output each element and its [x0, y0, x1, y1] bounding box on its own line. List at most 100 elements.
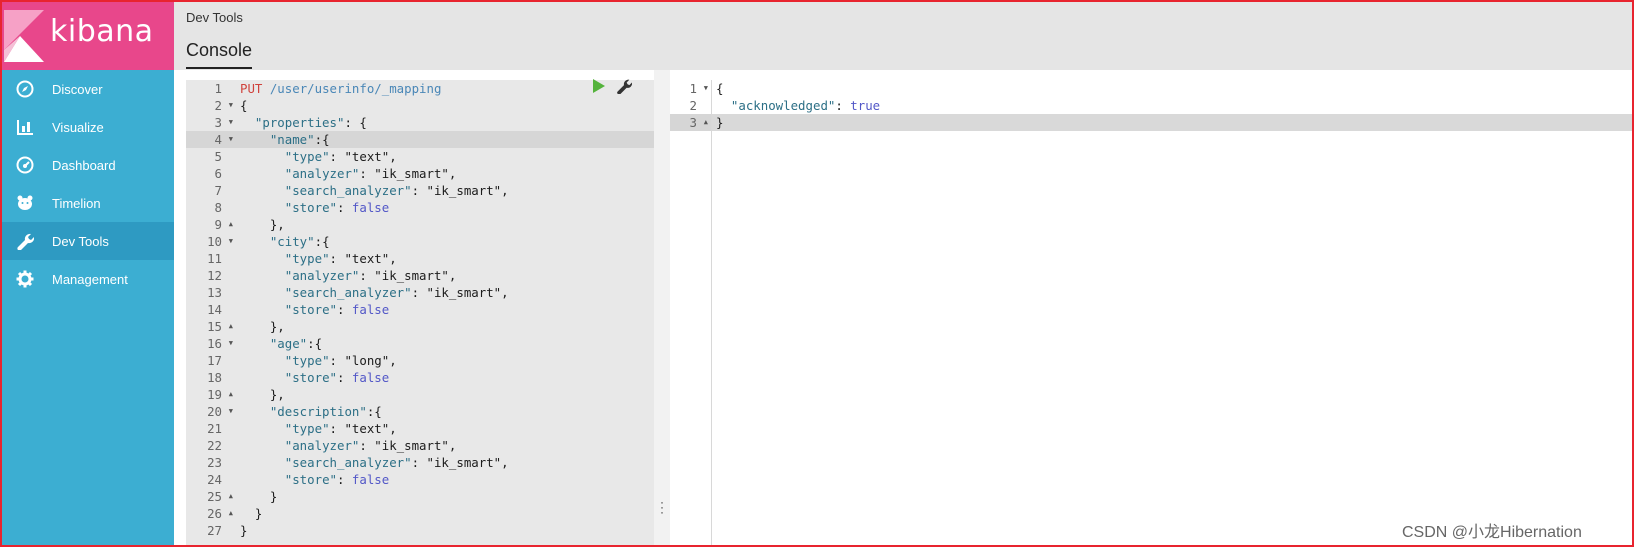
code-line: "properties": { [254, 115, 367, 130]
request-code[interactable]: PUT /user/userinfo/_mapping { "properties… [236, 80, 654, 545]
code-line: "type": "long", [284, 353, 397, 368]
code-line: "search_analyzer": "ik_smart", [284, 285, 509, 300]
sidebar-item-discover[interactable]: Discover [2, 70, 174, 108]
line-number: 22 [207, 438, 222, 453]
line-number: 15 ▲ [207, 318, 233, 335]
brand-name: kibana [50, 14, 154, 49]
code-line: }, [240, 387, 285, 402]
line-number: 11 [207, 251, 222, 266]
code-line: "type": "text", [284, 421, 397, 436]
code-line: "analyzer": "ik_smart", [284, 166, 457, 181]
line-number: 16 ▼ [207, 335, 233, 352]
line-number: 10 ▼ [207, 233, 233, 250]
breadcrumb[interactable]: Dev Tools [186, 10, 243, 25]
gear-icon [14, 268, 36, 290]
request-path: /user/userinfo/_mapping [262, 81, 442, 96]
sidebar-item-dashboard[interactable]: Dashboard [2, 146, 174, 184]
line-number: 24 [207, 472, 222, 487]
compass-icon [14, 78, 36, 100]
line-number: 27 [207, 523, 222, 538]
gauge-icon [14, 154, 36, 176]
line-number: 17 [207, 353, 222, 368]
code-line: { [240, 98, 248, 113]
pane-resizer[interactable]: · · · [654, 70, 670, 545]
code-line: "store": false [284, 370, 390, 385]
play-icon[interactable] [590, 78, 606, 94]
sidebar-item-label: Visualize [52, 119, 104, 135]
fold-close-icon[interactable]: ▲ [229, 488, 233, 505]
line-number: 6 [214, 166, 222, 181]
fold-close-icon[interactable]: ▲ [704, 114, 708, 131]
line-number: 9 ▲ [214, 216, 233, 233]
line-number: 18 [207, 370, 222, 385]
fold-open-icon[interactable]: ▼ [229, 233, 233, 250]
line-number: 25 ▲ [207, 488, 233, 505]
request-editor[interactable]: 1 2 ▼ 3 ▼ 4 ▼ 5 6 7 8 9 ▲ 10 ▼ 11 12 13 14 15 ▲ 16 ▼ 17 18 19 ▲ 20 ▼… [174, 70, 654, 545]
fold-open-icon[interactable]: ▼ [229, 335, 233, 352]
wrench-icon [14, 230, 36, 252]
code-line: "type": "text", [284, 149, 397, 164]
fold-open-icon[interactable]: ▼ [229, 131, 233, 148]
fold-open-icon[interactable]: ▼ [229, 114, 233, 131]
response-line: "acknowledged": true [730, 98, 881, 113]
response-code: { "acknowledged": true} [712, 80, 1632, 545]
line-number: 2 [689, 98, 697, 113]
sidebar-nav: Discover Visualize Dashboard Timelion De… [2, 70, 174, 298]
sidebar-item-label: Dashboard [52, 157, 116, 173]
code-line: "description":{ [269, 404, 382, 419]
sidebar-item-label: Discover [52, 81, 103, 97]
wrench-settings-icon[interactable] [616, 78, 632, 94]
sidebar-item-label: Management [52, 271, 128, 287]
fold-close-icon[interactable]: ▲ [229, 505, 233, 522]
fold-open-icon[interactable]: ▼ [704, 80, 708, 97]
line-number: 19 ▲ [207, 386, 233, 403]
line-number: 8 [214, 200, 222, 215]
code-line: "store": false [284, 302, 390, 317]
sidebar-item-label: Timelion [52, 195, 101, 211]
sidebar-item-management[interactable]: Management [2, 260, 174, 298]
line-number: 4 ▼ [186, 131, 236, 148]
line-number: 20 ▼ [207, 403, 233, 420]
sidebar-item-dev-tools[interactable]: Dev Tools [2, 222, 174, 260]
fold-close-icon[interactable]: ▲ [229, 216, 233, 233]
response-line: { [716, 81, 724, 96]
code-line: "analyzer": "ik_smart", [284, 438, 457, 453]
request-method: PUT [240, 81, 263, 96]
watermark: CSDN @小龙Hibernation [1402, 524, 1582, 541]
resizer-handle-icon: · · · [660, 495, 664, 519]
fold-open-icon[interactable]: ▼ [229, 403, 233, 420]
line-number: 14 [207, 302, 222, 317]
sidebar: kibana Discover Visualize Dashboard Time… [2, 2, 174, 545]
line-number: 5 [214, 149, 222, 164]
kibana-logo[interactable]: kibana [2, 2, 174, 70]
code-line: "search_analyzer": "ik_smart", [284, 455, 509, 470]
sidebar-item-timelion[interactable]: Timelion [2, 184, 174, 222]
line-number: 1 ▼ [689, 80, 708, 97]
sidebar-item-visualize[interactable]: Visualize [2, 108, 174, 146]
line-number: 2 ▼ [214, 97, 233, 114]
response-line-gutter: 1 ▼ 2 3 ▲ [670, 80, 712, 545]
bar-chart-icon [14, 116, 36, 138]
tab-console[interactable]: Console [186, 40, 253, 69]
code-line: } [240, 506, 263, 521]
fold-close-icon[interactable]: ▲ [229, 386, 233, 403]
line-number: 23 [207, 455, 222, 470]
fold-open-icon[interactable]: ▼ [229, 97, 233, 114]
kibana-logo-icon [4, 10, 44, 62]
response-viewer[interactable]: 1 ▼ 2 3 ▲ { "acknowledged": true} [670, 70, 1632, 545]
code-line: }, [240, 319, 285, 334]
request-line-gutter: 1 2 ▼ 3 ▼ 4 ▼ 5 6 7 8 9 ▲ 10 ▼ 11 12 13 14 15 ▲ 16 ▼ 17 18 19 ▲ 20 ▼… [186, 80, 236, 545]
line-number: 21 [207, 421, 222, 436]
fold-close-icon[interactable]: ▲ [229, 318, 233, 335]
line-number: 1 [214, 81, 222, 96]
code-line: "store": false [284, 472, 390, 487]
line-number: 13 [207, 285, 222, 300]
code-line: "name":{ [236, 131, 654, 148]
code-line: }, [240, 217, 285, 232]
header: Dev Tools Console [174, 2, 1632, 70]
line-number: 7 [214, 183, 222, 198]
code-line: "store": false [284, 200, 390, 215]
code-line: "analyzer": "ik_smart", [284, 268, 457, 283]
line-number: 26 ▲ [207, 505, 233, 522]
sidebar-item-label: Dev Tools [52, 233, 109, 249]
